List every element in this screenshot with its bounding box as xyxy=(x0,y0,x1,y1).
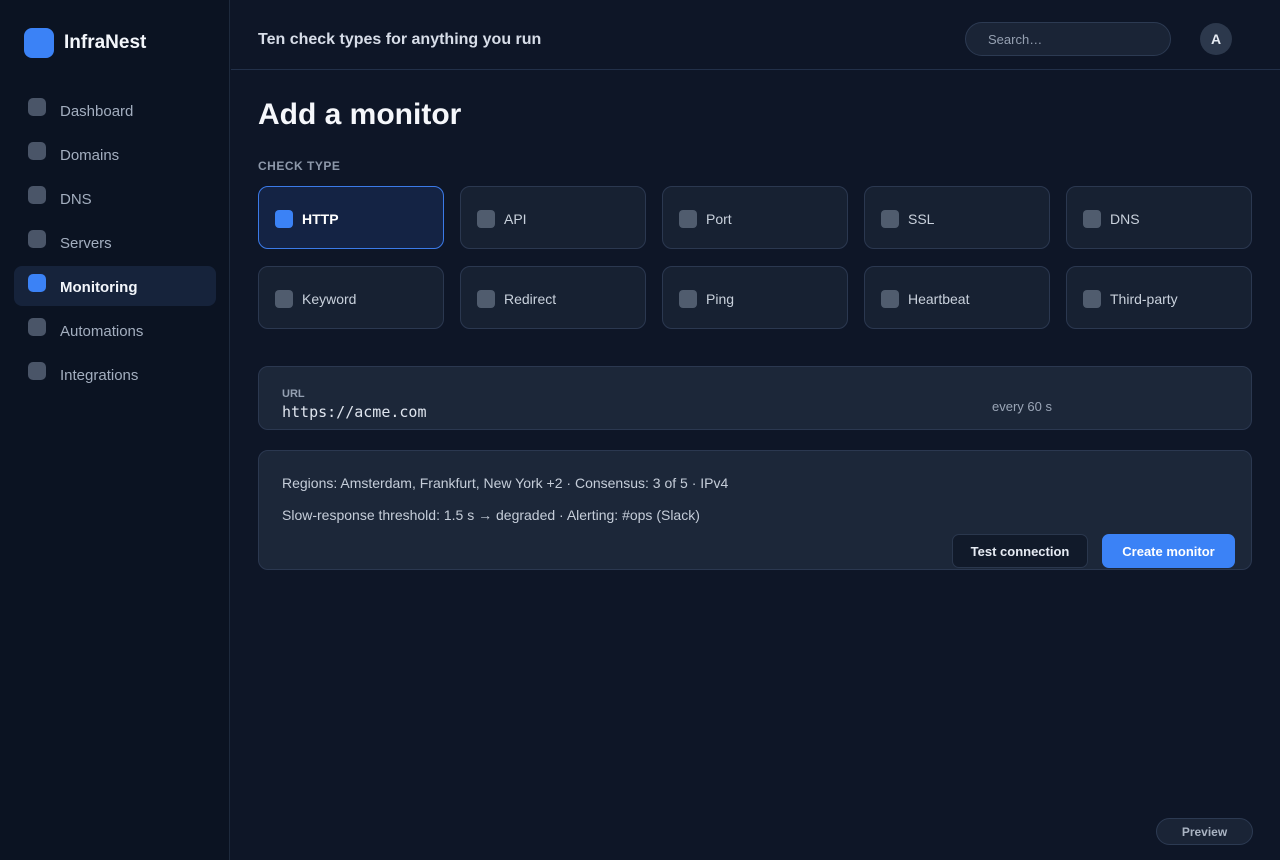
url-panel: URL every 60 s xyxy=(258,366,1252,430)
heartbeat-icon xyxy=(881,290,899,308)
check-type-label: Heartbeat xyxy=(908,291,970,307)
sidebar-item-domains[interactable]: Domains xyxy=(14,134,216,174)
preview-button[interactable]: Preview xyxy=(1156,818,1253,845)
sidebar-item-servers[interactable]: Servers xyxy=(14,222,216,262)
check-type-ping[interactable]: Ping xyxy=(662,266,848,329)
sidebar-item-label: Monitoring xyxy=(60,279,138,296)
check-type-api[interactable]: API xyxy=(460,186,646,249)
check-type-label: DNS xyxy=(1110,211,1140,227)
sidebar: InfraNest Dashboard Domains DNS Servers … xyxy=(0,0,230,860)
sidebar-nav: Dashboard Domains DNS Servers Monitoring… xyxy=(14,90,216,398)
plug-icon xyxy=(28,362,46,380)
monitor-icon xyxy=(28,274,46,292)
config-panel: Regions: Amsterdam, Frankfurt, New York … xyxy=(258,450,1252,570)
http-icon xyxy=(275,210,293,228)
check-type-label: SSL xyxy=(908,211,935,227)
brand-name: InfraNest xyxy=(64,32,147,53)
check-type-label: Third-party xyxy=(1110,291,1178,307)
check-type-label: Keyword xyxy=(302,291,357,307)
sidebar-item-label: Integrations xyxy=(60,367,139,384)
check-type-keyword[interactable]: Keyword xyxy=(258,266,444,329)
check-type-third-party[interactable]: Third-party xyxy=(1066,266,1252,329)
check-type-heartbeat[interactable]: Heartbeat xyxy=(864,266,1050,329)
dns-icon xyxy=(1083,210,1101,228)
automation-icon xyxy=(28,318,46,336)
check-type-label: API xyxy=(504,211,527,227)
url-input[interactable] xyxy=(282,403,882,421)
server-icon xyxy=(28,230,46,248)
check-type-redirect[interactable]: Redirect xyxy=(460,266,646,329)
dns-icon xyxy=(28,186,46,204)
check-type-label: Redirect xyxy=(504,291,557,307)
header-title: Ten check types for anything you run xyxy=(258,31,542,48)
api-icon xyxy=(477,210,495,228)
check-type-label: Port xyxy=(706,211,732,227)
ssl-icon xyxy=(881,210,899,228)
sidebar-item-monitoring[interactable]: Monitoring xyxy=(14,266,216,306)
dashboard-icon xyxy=(28,98,46,116)
sidebar-item-label: Automations xyxy=(60,323,144,340)
check-type-dns[interactable]: DNS xyxy=(1066,186,1252,249)
sidebar-item-label: Domains xyxy=(60,147,120,164)
search-input[interactable] xyxy=(965,22,1171,56)
ping-icon xyxy=(679,290,697,308)
sidebar-item-dashboard[interactable]: Dashboard xyxy=(14,90,216,130)
regions-summary: Regions: Amsterdam, Frankfurt, New York … xyxy=(282,475,729,491)
sidebar-item-automations[interactable]: Automations xyxy=(14,310,216,350)
top-bar: Ten check types for anything you run A xyxy=(231,0,1280,70)
sidebar-item-integrations[interactable]: Integrations xyxy=(14,354,216,394)
avatar[interactable]: A xyxy=(1200,23,1232,55)
check-interval[interactable]: every 60 s xyxy=(992,399,1052,414)
test-connection-button[interactable]: Test connection xyxy=(952,534,1088,568)
sidebar-item-dns[interactable]: DNS xyxy=(14,178,216,218)
keyword-icon xyxy=(275,290,293,308)
check-type-ssl[interactable]: SSL xyxy=(864,186,1050,249)
sidebar-item-label: Dashboard xyxy=(60,103,134,120)
threshold-summary: Slow-response threshold: 1.5 s → degrade… xyxy=(282,507,700,523)
sidebar-item-label: Servers xyxy=(60,235,112,252)
globe-icon xyxy=(28,142,46,160)
create-monitor-button[interactable]: Create monitor xyxy=(1102,534,1235,568)
sidebar-item-label: DNS xyxy=(60,191,92,208)
logo-icon xyxy=(24,28,54,58)
check-type-label: HTTP xyxy=(302,211,339,227)
redirect-icon xyxy=(477,290,495,308)
check-type-label: Ping xyxy=(706,291,735,307)
url-label: URL xyxy=(282,388,305,400)
port-icon xyxy=(679,210,697,228)
check-type-heading: CHECK TYPE xyxy=(258,159,341,173)
page-title: Add a monitor xyxy=(258,98,462,131)
third-party-icon xyxy=(1083,290,1101,308)
check-type-http[interactable]: HTTP xyxy=(258,186,444,249)
brand[interactable]: InfraNest xyxy=(24,28,146,58)
check-type-port[interactable]: Port xyxy=(662,186,848,249)
